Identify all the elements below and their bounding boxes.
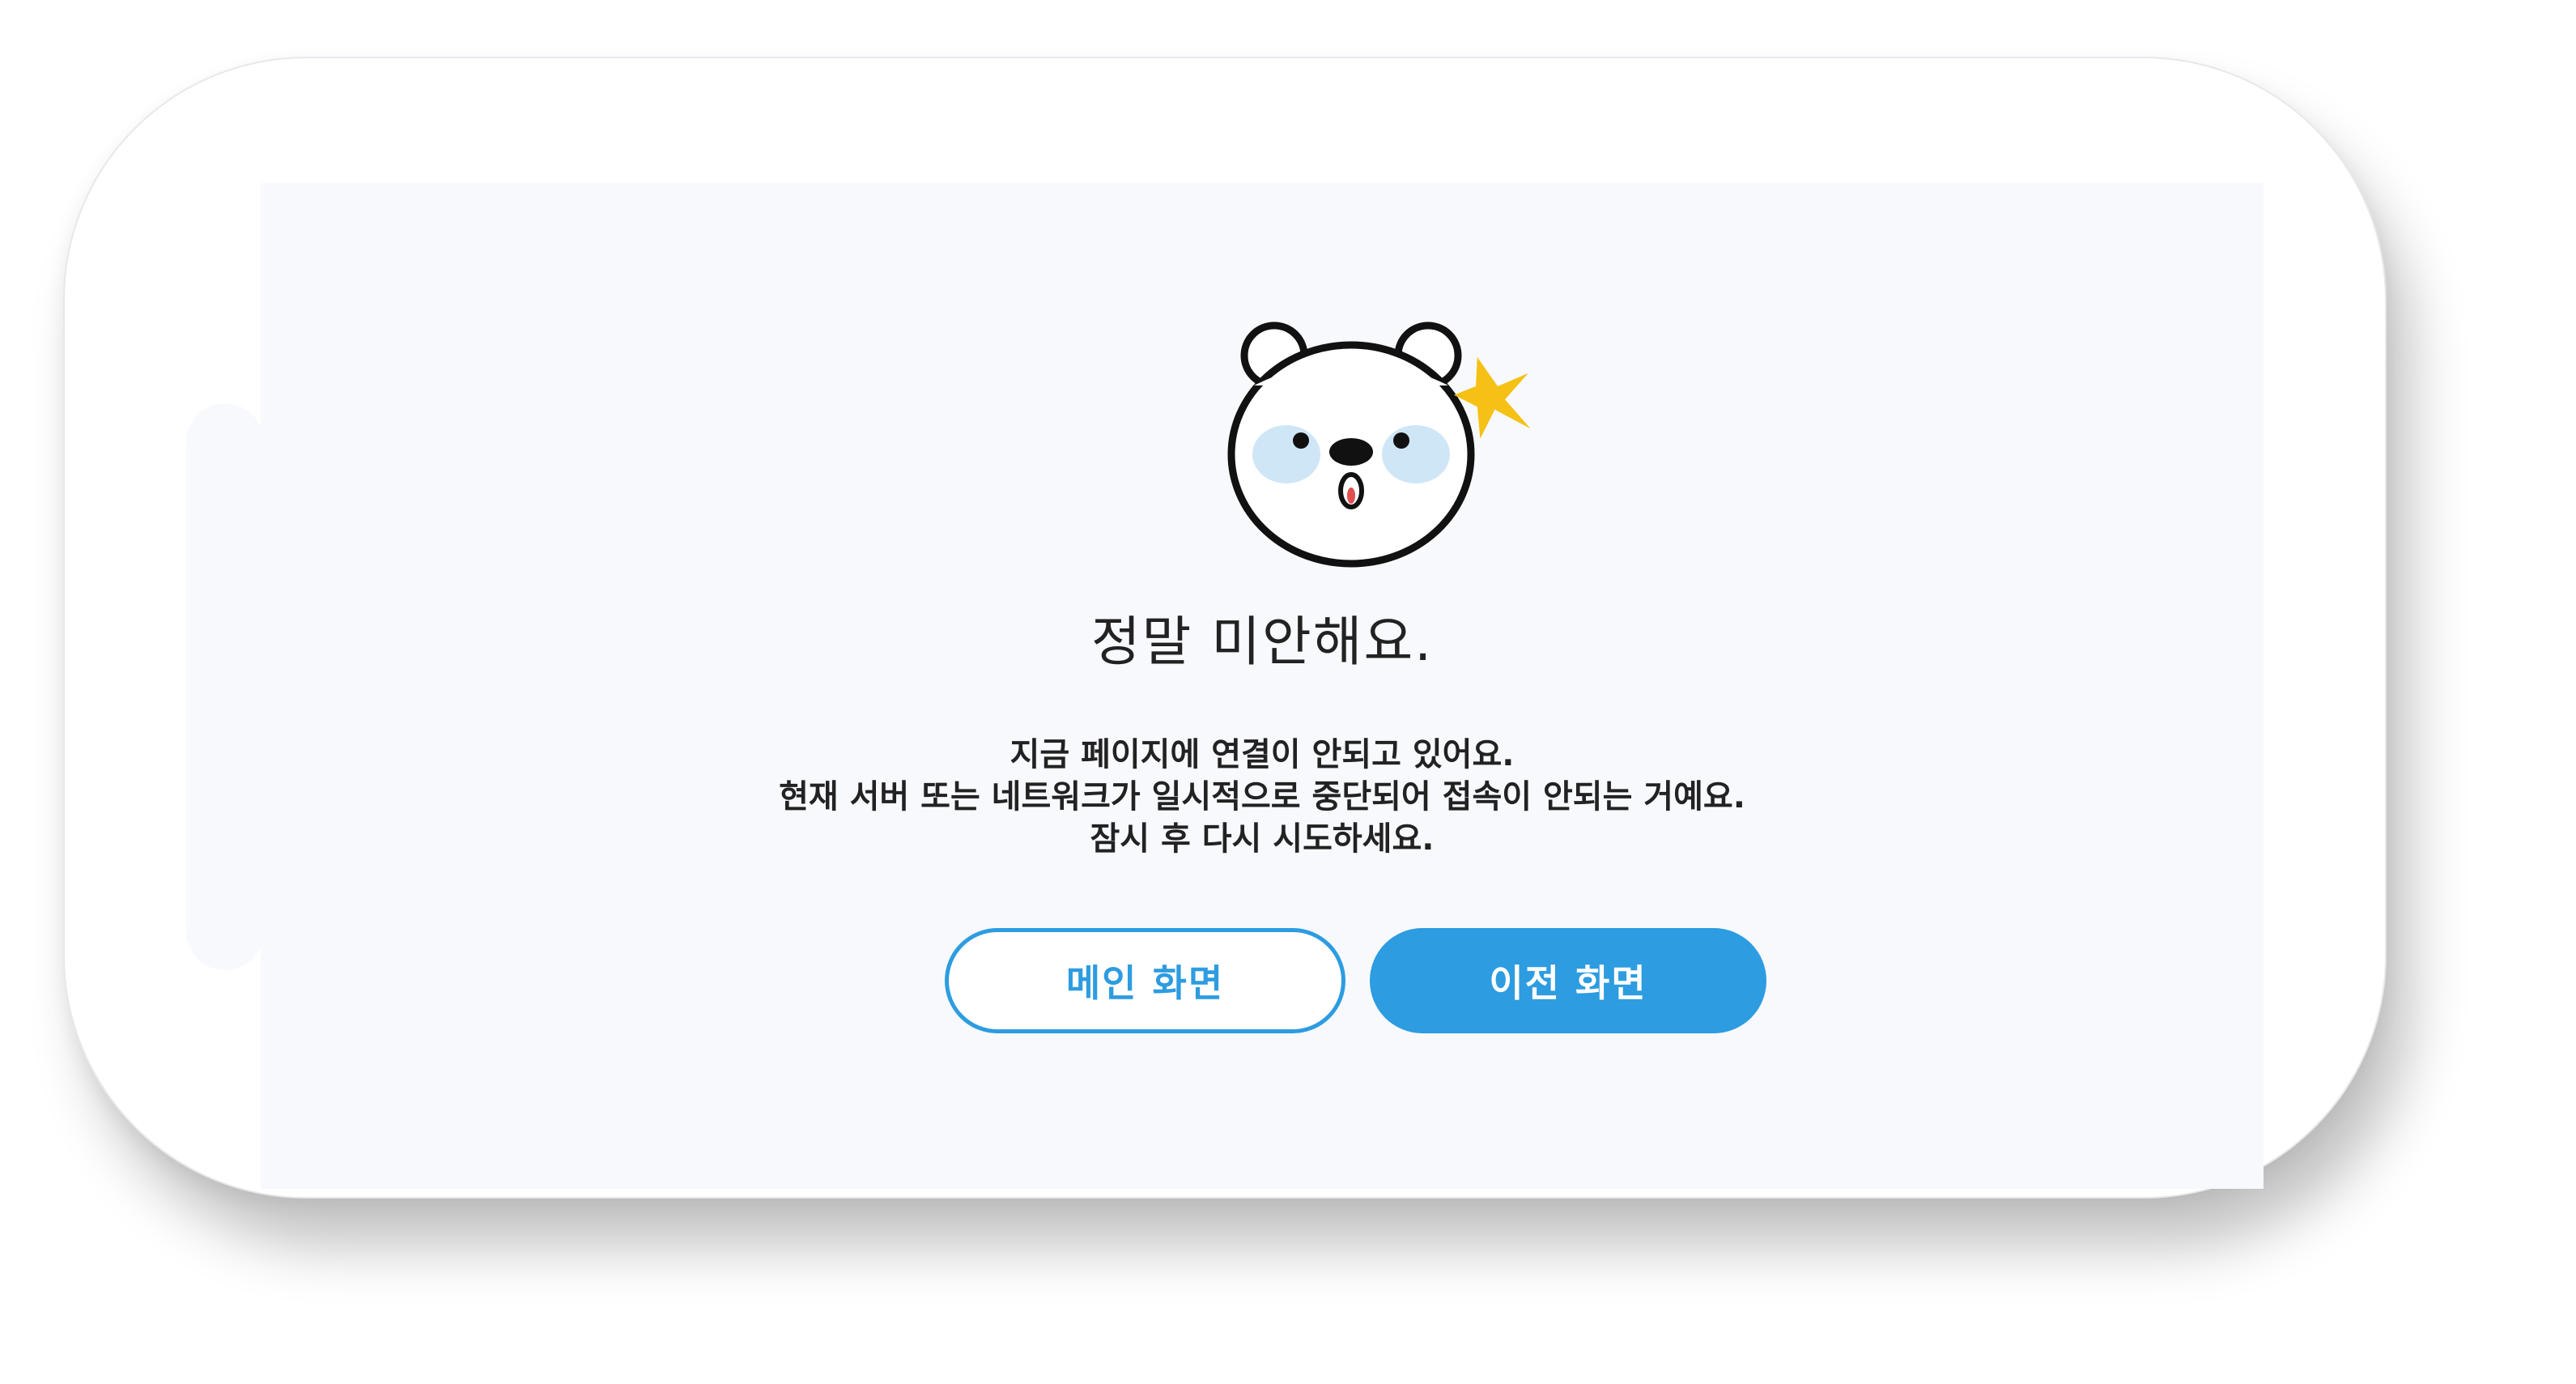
page-stage: 정말 미안해요. 지금 페이지에 연결이 안되고 있어요. 현재 서버 또는 네…: [0, 0, 2576, 1384]
error-title: 정말 미안해요.: [1090, 611, 1434, 673]
error-message-line-3: 잠시 후 다시 시도하세요.: [1090, 820, 1435, 858]
phone-notch-area: [186, 403, 264, 970]
phone-frame: 정말 미안해요. 지금 페이지에 연결이 안되고 있어요. 현재 서버 또는 네…: [63, 57, 2387, 1199]
previous-screen-button[interactable]: 이전 화면: [1370, 928, 1766, 1033]
phone-screen: 정말 미안해요. 지금 페이지에 연결이 안되고 있어요. 현재 서버 또는 네…: [261, 183, 2264, 1189]
error-message-line-1: 지금 페이지에 연결이 안되고 있어요.: [1010, 736, 1515, 773]
error-content: 정말 미안해요. 지금 페이지에 연결이 안되고 있어요. 현재 서버 또는 네…: [261, 183, 2264, 1189]
error-message: 지금 페이지에 연결이 안되고 있어요. 현재 서버 또는 네트워크가 일시적으…: [261, 734, 2264, 860]
main-screen-button[interactable]: 메인 화면: [945, 928, 1345, 1033]
surprised-bear-icon: [1227, 322, 1531, 568]
error-message-line-2: 현재 서버 또는 네트워크가 일시적으로 중단되어 접속이 안되는 거예요.: [779, 778, 1745, 815]
